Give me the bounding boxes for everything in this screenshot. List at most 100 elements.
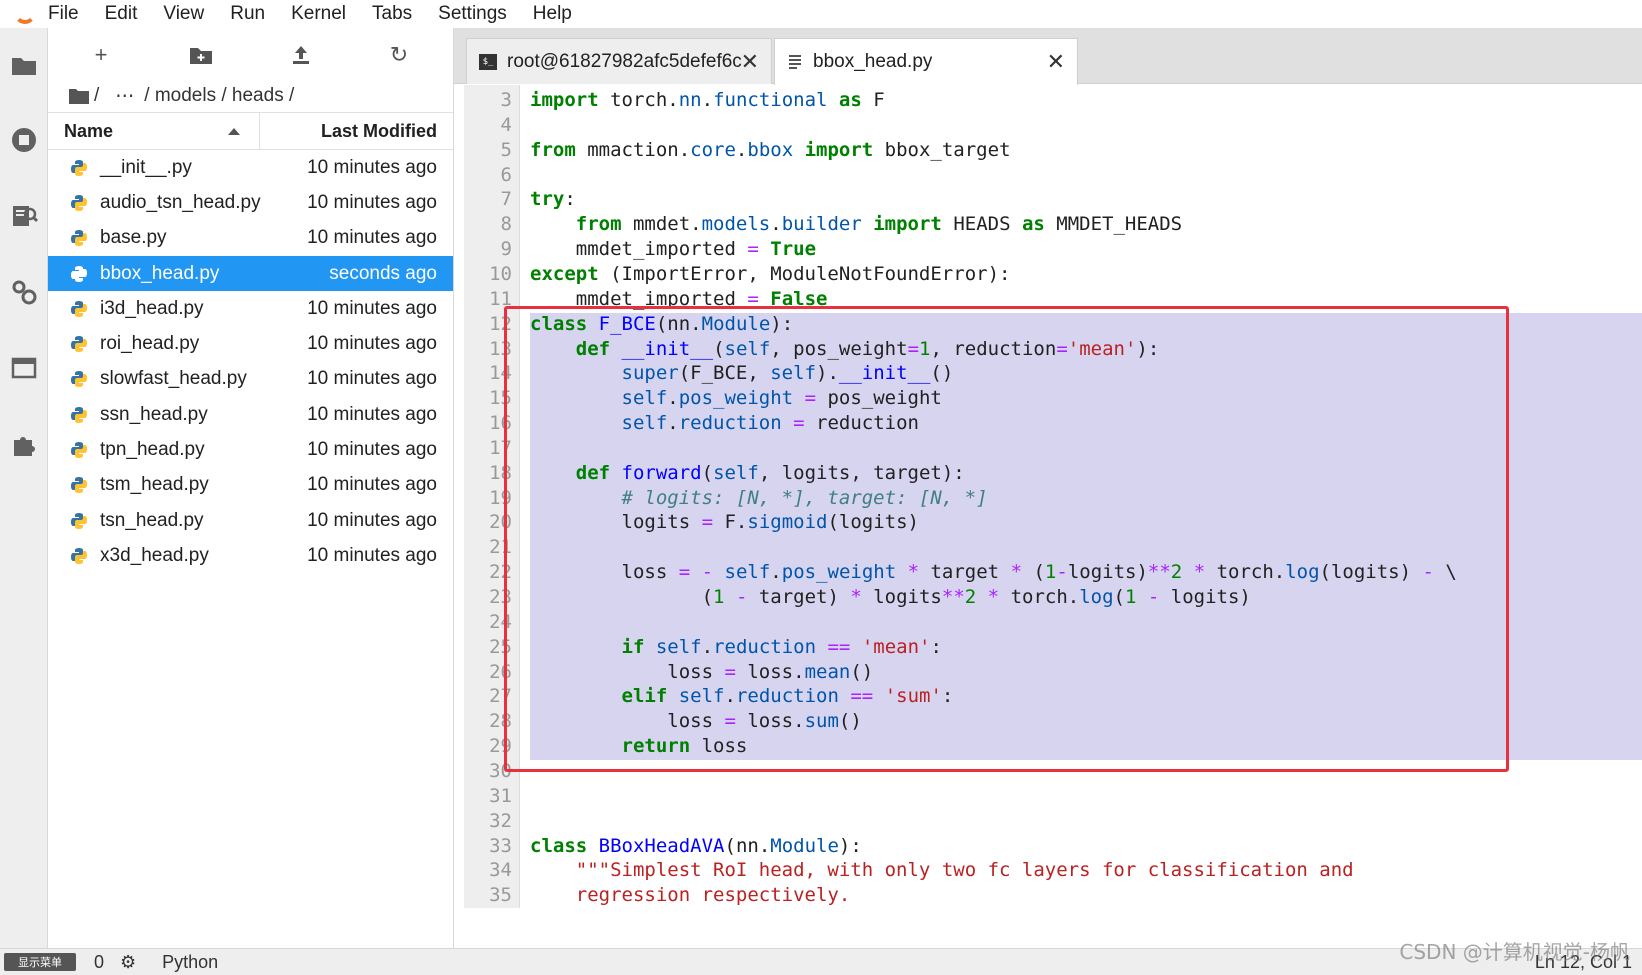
sort-ascending-icon: [228, 128, 240, 135]
tab-terminal[interactable]: $_ root@61827982afc5defef6c ✕: [466, 38, 772, 84]
menu-help[interactable]: Help: [533, 3, 572, 25]
file-row[interactable]: __init__.py 10 minutes ago: [48, 150, 453, 185]
file-row[interactable]: base.py 10 minutes ago: [48, 221, 453, 256]
close-icon[interactable]: ✕: [1047, 49, 1065, 75]
file-row[interactable]: x3d_head.py 10 minutes ago: [48, 538, 453, 573]
kernel-gear-icon[interactable]: ⚙: [120, 952, 136, 973]
python-file-icon: [71, 371, 87, 388]
code-editor[interactable]: 3 import torch.nn.functional as F 4 5 from m…: [464, 85, 1642, 908]
line-number: 10: [489, 262, 512, 285]
code-line: 7 try:: [464, 187, 1642, 212]
file-modified: seconds ago: [329, 262, 437, 284]
text-file-icon: [787, 53, 803, 71]
new-folder-icon[interactable]: [188, 42, 214, 68]
line-number: 6: [500, 163, 512, 186]
breadcrumb-path[interactable]: / models / heads /: [144, 85, 294, 107]
menu-tabs[interactable]: Tabs: [372, 3, 412, 25]
menu-kernel[interactable]: Kernel: [291, 3, 346, 25]
upload-icon[interactable]: [288, 42, 314, 68]
terminal-icon: $_: [479, 53, 497, 70]
command-palette-icon[interactable]: [10, 202, 38, 230]
line-number: 34: [489, 859, 512, 882]
file-name: slowfast_head.py: [100, 368, 247, 390]
new-launcher-button[interactable]: +: [88, 42, 114, 68]
annotation-highlight-box: [504, 306, 1509, 772]
column-last-modified[interactable]: Last Modified: [260, 121, 453, 142]
breadcrumb-ellipsis[interactable]: ⋯: [115, 85, 134, 108]
python-file-icon: [71, 300, 87, 317]
property-inspector-gears-icon[interactable]: [10, 278, 38, 306]
file-modified: 10 minutes ago: [307, 544, 437, 566]
extension-puzzle-icon[interactable]: [10, 430, 38, 458]
python-file-icon: [71, 477, 87, 494]
line-number: 33: [489, 834, 512, 857]
file-row[interactable]: roi_head.py 10 minutes ago: [48, 326, 453, 361]
jupyter-logo-icon: [0, 0, 48, 28]
file-name: x3d_head.py: [100, 544, 209, 566]
close-icon[interactable]: ✕: [741, 49, 759, 75]
file-modified: 10 minutes ago: [307, 439, 437, 461]
file-name: bbox_head.py: [100, 262, 220, 284]
line-number: 8: [500, 213, 512, 236]
file-modified: 10 minutes ago: [307, 368, 437, 390]
menu-file[interactable]: File: [48, 3, 79, 25]
file-row[interactable]: audio_tsn_head.py 10 minutes ago: [48, 185, 453, 220]
file-row[interactable]: i3d_head.py 10 minutes ago: [48, 291, 453, 326]
menu-settings[interactable]: Settings: [438, 3, 507, 25]
activity-bar: [0, 28, 48, 948]
line-number: 5: [500, 138, 512, 161]
code-line: 4: [464, 113, 1642, 138]
running-stop-icon[interactable]: [10, 126, 38, 154]
status-bar: 显示菜单 0 ⚙ Python Ln 12, Col 1: [0, 948, 1642, 975]
tab-bbox-head[interactable]: bbox_head.py ✕: [774, 38, 1078, 85]
menu-edit[interactable]: Edit: [105, 3, 138, 25]
plus-icon: +: [94, 42, 108, 67]
tab-terminal-label: root@61827982afc5defef6c: [507, 50, 742, 72]
code-line: 6: [464, 163, 1642, 188]
code-text: regression respectively.: [575, 884, 851, 907]
code-text: except (ImportError, ModuleNotFoundError…: [530, 262, 1011, 285]
code-line: 35 regression respectively.: [464, 883, 1642, 908]
python-file-icon: [71, 547, 87, 564]
folder-icon[interactable]: [10, 52, 38, 80]
file-row[interactable]: tsn_head.py 10 minutes ago: [48, 503, 453, 538]
menu-run[interactable]: Run: [230, 3, 265, 25]
file-browser: + ↻ / ⋯ / models / heads / Name Last Mod…: [48, 28, 454, 948]
tabs-window-icon[interactable]: [10, 354, 38, 382]
file-row[interactable]: slowfast_head.py 10 minutes ago: [48, 362, 453, 397]
code-text: mmdet_imported = True: [530, 238, 817, 261]
code-line: 5 from mmaction.core.bbox import bbox_tar…: [464, 138, 1642, 163]
code-text: class BBoxHeadAVA(nn.Module):: [530, 834, 862, 857]
refresh-button[interactable]: ↻: [386, 42, 412, 68]
file-modified: 10 minutes ago: [307, 191, 437, 213]
terminal-count[interactable]: 0: [94, 952, 104, 973]
breadcrumb-root[interactable]: /: [94, 85, 99, 107]
python-file-icon: [71, 442, 87, 459]
menu-bar: File Edit View Run Kernel Tabs Settings …: [0, 0, 1642, 28]
tab-bar: $_ root@61827982afc5defef6c ✕ bbox_head.…: [454, 28, 1642, 85]
kernel-name[interactable]: Python: [162, 952, 218, 973]
code-line: 9 mmdet_imported = True: [464, 237, 1642, 262]
file-row[interactable]: bbox_head.py seconds ago: [48, 255, 453, 292]
file-list: __init__.py 10 minutes ago audio_tsn_head.…: [48, 150, 453, 574]
file-name: __init__.py: [100, 156, 192, 178]
file-modified: 10 minutes ago: [307, 403, 437, 425]
file-name: roi_head.py: [100, 333, 200, 355]
simple-mode-toggle[interactable]: 显示菜单: [4, 953, 76, 971]
file-row[interactable]: tpn_head.py 10 minutes ago: [48, 432, 453, 467]
python-file-icon: [71, 230, 87, 247]
python-file-icon: [71, 194, 87, 211]
file-modified: 10 minutes ago: [307, 297, 437, 319]
code-line: 3 import torch.nn.functional as F: [464, 88, 1642, 113]
menu-view[interactable]: View: [163, 3, 204, 25]
file-row[interactable]: tsm_head.py 10 minutes ago: [48, 468, 453, 503]
code-line: 10 except (ImportError, ModuleNotFoundErr…: [464, 262, 1642, 287]
file-list-header: Name Last Modified: [48, 112, 453, 150]
watermark: CSDN @计算机视觉-杨帆: [1399, 940, 1630, 964]
code-line: 31: [464, 784, 1642, 809]
file-row[interactable]: ssn_head.py 10 minutes ago: [48, 397, 453, 432]
file-name: tsm_head.py: [100, 474, 209, 496]
column-name[interactable]: Name: [48, 113, 260, 149]
line-number: 7: [500, 188, 512, 211]
folder-home-icon[interactable]: [68, 87, 90, 105]
